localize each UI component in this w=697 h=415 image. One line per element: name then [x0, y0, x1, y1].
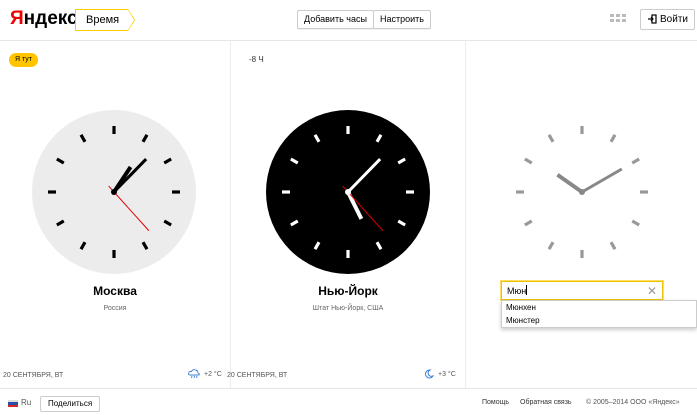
weather-info: +2 °C: [188, 369, 222, 379]
settings-button[interactable]: Настроить: [373, 10, 431, 29]
copyright: © 2005–2014 ООО «Яндекс»: [586, 399, 680, 406]
header: Яндекс Время Добавить часы Настроить Вой…: [0, 0, 697, 41]
country-name: Штат Нью-Йорк, США: [312, 305, 384, 312]
language-switch[interactable]: Ru: [21, 398, 31, 407]
country-name: Россия: [103, 305, 127, 312]
search-value: Мюн: [507, 286, 527, 296]
clock-center: [579, 189, 585, 195]
clock-face-new-york: [266, 110, 430, 274]
cloud-rain-icon: [188, 369, 200, 379]
temperature: +2 °C: [204, 371, 222, 378]
clock-tick: [547, 241, 555, 250]
weather-info: +3 °C: [424, 369, 456, 379]
clock-tick: [609, 134, 617, 143]
footer: Ru Поделиться Помощь Обратная связь © 20…: [0, 388, 697, 415]
feedback-link[interactable]: Обратная связь: [520, 399, 572, 406]
clock-card-moscow: Я тут Москва Россия 20 СЕНТЯБРЯ, ВТ +2 °…: [0, 41, 231, 388]
clock-card-new: Мюн ✕ Мюнхен Мюнстер: [466, 41, 697, 388]
suggestion-item[interactable]: Мюнхен: [502, 301, 696, 314]
city-search-input[interactable]: Мюн ✕: [501, 281, 663, 300]
login-label: Войти: [660, 14, 688, 25]
russia-flag-icon[interactable]: [8, 400, 18, 407]
moon-icon: [425, 369, 435, 379]
city-suggestions: Мюнхен Мюнстер: [501, 300, 697, 328]
login-icon: [648, 14, 657, 24]
clock-tick: [524, 157, 533, 165]
help-link[interactable]: Помощь: [482, 399, 509, 406]
time-offset: -8 Ч: [249, 55, 264, 64]
clear-icon[interactable]: ✕: [647, 282, 657, 301]
hour-hand: [556, 173, 584, 194]
date-label: 20 СЕНТЯБРЯ, ВТ: [3, 372, 64, 379]
city-name: Москва: [93, 284, 137, 298]
clock-face-placeholder: [516, 126, 648, 258]
city-name: Нью-Йорк: [318, 284, 378, 298]
clock-center: [111, 189, 117, 195]
services-grid-icon[interactable]: [610, 14, 628, 24]
you-are-here-badge: Я тут: [9, 53, 38, 67]
clock-tick: [547, 134, 555, 143]
suggestion-item[interactable]: Мюнстер: [502, 314, 696, 327]
service-tab-time[interactable]: Время: [75, 9, 136, 31]
share-button[interactable]: Поделиться: [40, 396, 101, 412]
yandex-logo[interactable]: Яндекс: [10, 8, 78, 30]
clock-card-new-york: -8 Ч Нью-Йорк Штат Нью-Йорк, США 20 СЕНТ…: [227, 41, 466, 388]
clock-center: [345, 189, 351, 195]
add-clock-button[interactable]: Добавить часы: [297, 10, 374, 29]
date-label: 20 СЕНТЯБРЯ, ВТ: [227, 372, 288, 379]
clock-face-moscow: [32, 110, 196, 274]
clock-tick: [524, 219, 533, 227]
clock-tick: [631, 157, 640, 165]
clock-tick: [631, 219, 640, 227]
minute-hand: [581, 167, 623, 194]
clock-tick: [609, 241, 617, 250]
temperature: +3 °C: [438, 371, 456, 378]
login-button[interactable]: Войти: [640, 9, 695, 30]
